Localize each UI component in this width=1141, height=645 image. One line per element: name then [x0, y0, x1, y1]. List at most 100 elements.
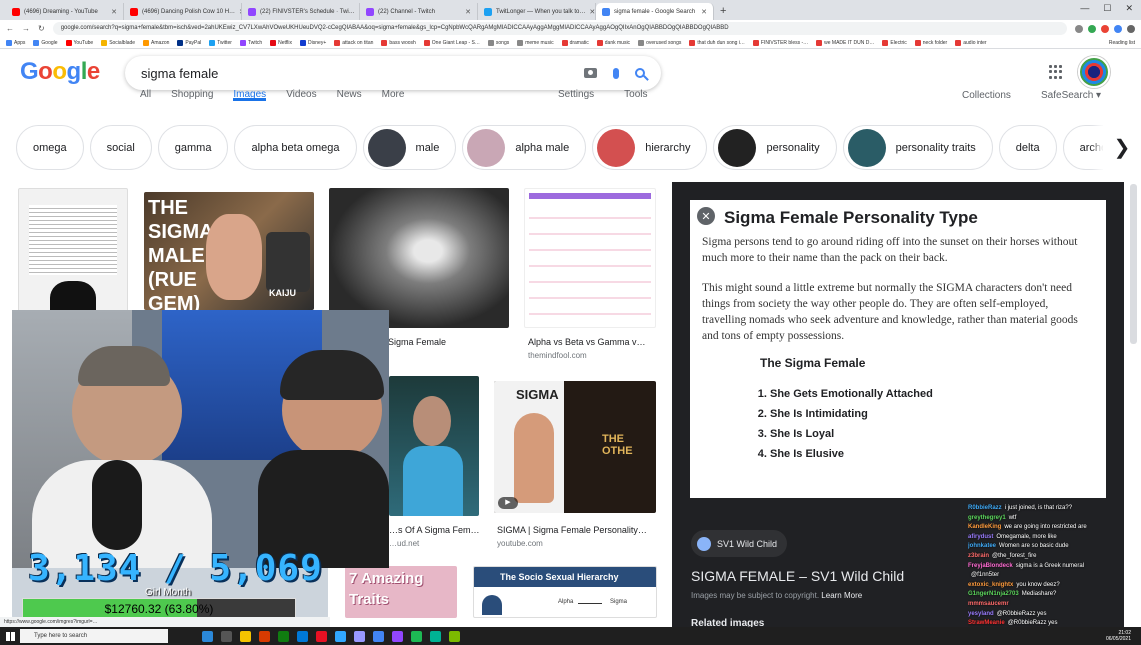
maximize-icon[interactable]: ☐ — [1103, 3, 1111, 14]
extension-icon[interactable] — [1075, 24, 1083, 33]
profile-icon[interactable] — [1127, 24, 1135, 33]
tab-images[interactable]: Images — [233, 89, 267, 101]
settings-link[interactable]: Settings — [558, 89, 594, 100]
taskbar-app-icon[interactable] — [221, 630, 232, 642]
bookmark-item[interactable]: songs — [487, 39, 509, 46]
result-image-sigma-doc[interactable] — [18, 188, 128, 328]
result-source[interactable]: youtube.com — [497, 539, 543, 548]
bookmark-item[interactable]: Apps — [6, 39, 25, 46]
learn-more-link[interactable]: Learn More — [821, 591, 862, 600]
tab-close-icon[interactable]: ✕ — [589, 8, 595, 16]
search-box[interactable]: sigma female — [125, 56, 661, 90]
taskbar-app-icon[interactable] — [297, 630, 308, 642]
browser-tab[interactable]: (22) FINIVSTER's Schedule · Twi…✕ — [242, 3, 360, 20]
taskbar-app-icon[interactable] — [202, 630, 213, 642]
bookmark-item[interactable]: we MADE IT DUN D… — [816, 39, 874, 46]
close-window-icon[interactable]: ✕ — [1125, 3, 1133, 14]
bookmark-item[interactable]: Twitch — [239, 39, 262, 46]
taskbar-app-icon[interactable] — [354, 630, 365, 642]
taskbar-app-icon[interactable] — [278, 630, 289, 642]
bookmark-item[interactable]: Google — [33, 39, 58, 46]
system-clock[interactable]: 21:02 06/05/2021 — [1106, 630, 1131, 642]
chip-social[interactable]: social — [89, 125, 152, 170]
bookmark-item[interactable]: meme music — [517, 39, 554, 46]
taskbar-app-icon[interactable] — [430, 630, 441, 642]
chevron-right-icon[interactable]: ❯ — [1103, 120, 1141, 175]
google-logo[interactable]: Google — [20, 58, 100, 86]
result-image-hierarchy-table[interactable] — [524, 188, 656, 328]
tools-link[interactable]: Tools — [624, 89, 647, 100]
bookmark-item[interactable]: Amazon — [143, 39, 169, 46]
tab-close-icon[interactable]: ✕ — [701, 8, 707, 16]
result-caption[interactable]: SIGMA | Sigma Female Personality… — [497, 525, 657, 535]
bookmark-item[interactable]: Electric — [882, 39, 907, 46]
apps-grid-icon[interactable] — [1049, 65, 1063, 79]
result-caption[interactable]: Sigma Female — [388, 337, 508, 347]
result-source[interactable]: themindfool.com — [528, 351, 587, 360]
browser-tab[interactable]: (4696) Dreaming - YouTube ✕ — [6, 3, 124, 20]
search-icon[interactable] — [635, 68, 645, 78]
back-icon[interactable]: ← — [6, 24, 14, 33]
bookmark-item[interactable]: dank music — [596, 39, 630, 46]
bookmark-item[interactable]: that duh dun song i… — [689, 39, 745, 46]
bookmark-item[interactable]: FINIVSTER bless -… — [752, 39, 808, 46]
browser-tab[interactable]: (4696) Dancing Polish Cow 10 H…✕ — [124, 3, 242, 20]
close-icon[interactable]: ✕ — [697, 207, 715, 225]
taskbar-app-icon[interactable] — [316, 630, 327, 642]
chip-gamma[interactable]: gamma — [157, 125, 229, 170]
camera-icon[interactable] — [584, 68, 597, 78]
bookmark-item[interactable]: PayPal — [177, 39, 201, 46]
taskbar-app-icon[interactable] — [259, 630, 270, 642]
scrollbar[interactable] — [1130, 184, 1137, 344]
minimize-icon[interactable]: — — [1080, 3, 1089, 14]
bookmark-item[interactable]: Netflix — [270, 39, 292, 46]
result-image-sigma-female[interactable] — [329, 188, 509, 328]
result-caption[interactable]: …s Of A Sigma Fem… — [389, 525, 481, 535]
result-image-socio-sexual-hierarchy[interactable]: The Socio Sexual Hierarchy Alpha Sigma — [473, 566, 657, 618]
tab-videos[interactable]: Videos — [286, 89, 316, 101]
bookmark-item[interactable]: bass woosh — [381, 39, 416, 46]
reload-icon[interactable]: ↻ — [38, 24, 45, 33]
forward-icon[interactable]: → — [22, 24, 30, 33]
url-field[interactable]: google.com/search?q=sigma+female&tbm=isc… — [52, 22, 1067, 35]
taskbar-app-icon[interactable] — [335, 630, 346, 642]
result-image-woman-blue[interactable] — [389, 376, 479, 516]
chip-omega[interactable]: omega — [16, 125, 84, 170]
tab-news[interactable]: News — [337, 89, 362, 101]
result-image-sigma-male[interactable]: THE SIGMA MALE (RUE GEM) KAIJU — [144, 192, 314, 310]
taskbar-app-icon[interactable] — [240, 630, 251, 642]
browser-tab[interactable]: sigma female - Google Search ✕ — [596, 3, 714, 20]
bookmark-item[interactable]: Disney+ — [300, 39, 326, 46]
preview-image[interactable]: Sigma Female Personality Type Sigma pers… — [690, 200, 1106, 498]
extension-icon[interactable] — [1114, 24, 1122, 33]
taskbar-app-icon[interactable] — [449, 630, 460, 642]
search-input[interactable]: sigma female — [141, 66, 218, 81]
chip-alpha-male[interactable]: alpha male — [462, 125, 587, 170]
result-image-7-traits[interactable]: 7 Amazing Traits — [345, 566, 457, 618]
browser-tab[interactable]: TwitLonger — When you talk to… ✕ — [478, 3, 596, 20]
safesearch-toggle[interactable]: SafeSearch ▾ — [1041, 90, 1101, 101]
result-source[interactable]: …ud.net — [389, 539, 419, 548]
windows-start-icon[interactable] — [0, 627, 20, 645]
chip-alpha-beta-omega[interactable]: alpha beta omega — [234, 125, 357, 170]
bookmark-item[interactable]: dramatic — [561, 39, 589, 46]
bookmark-item[interactable]: YouTube — [65, 39, 93, 46]
chip-personality-traits[interactable]: personality traits — [842, 125, 993, 170]
collections-link[interactable]: Collections — [962, 90, 1011, 101]
chip-personality[interactable]: personality — [713, 125, 837, 170]
bookmark-item[interactable]: attack on titan — [334, 39, 373, 46]
tab-shopping[interactable]: Shopping — [171, 89, 213, 101]
taskbar-app-icon[interactable] — [373, 630, 384, 642]
chip-hierarchy[interactable]: hierarchy — [592, 125, 708, 170]
reading-list[interactable]: Reading list — [1109, 40, 1141, 46]
taskbar-app-icon[interactable] — [411, 630, 422, 642]
microphone-icon[interactable] — [613, 67, 619, 79]
account-avatar[interactable] — [1078, 56, 1110, 88]
extension-icon[interactable] — [1088, 24, 1096, 33]
bookmark-item[interactable]: overused songs — [638, 39, 681, 46]
bookmark-item[interactable]: Twitter — [209, 39, 232, 46]
chip-male[interactable]: male — [362, 125, 457, 170]
preview-title[interactable]: SIGMA FEMALE – SV1 Wild Child — [691, 568, 904, 584]
tab-close-icon[interactable]: ✕ — [465, 8, 471, 16]
tab-all[interactable]: All — [140, 89, 151, 101]
